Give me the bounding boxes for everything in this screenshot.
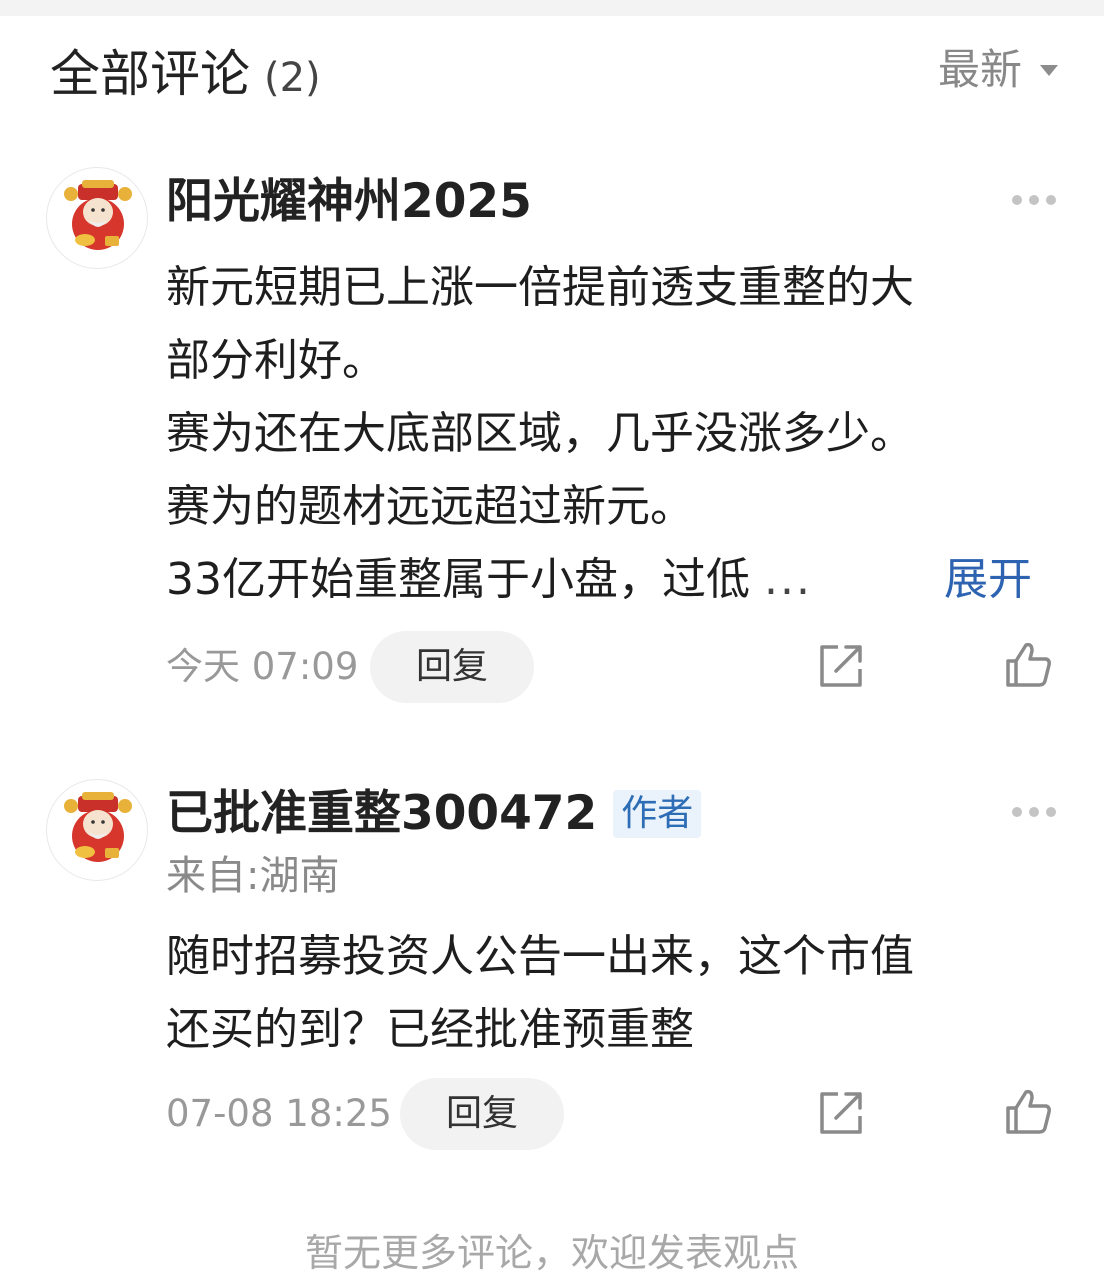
expand-link[interactable]: 展开	[944, 543, 1032, 616]
comment-line-truncated: 33亿开始重整属于小盘，过低...	[166, 543, 1046, 616]
sort-caret-icon	[1040, 64, 1058, 76]
comment-line: 部分利好。	[166, 335, 386, 386]
comment-line: 赛为的题材远远超过新元。	[166, 481, 694, 532]
avatar[interactable]	[46, 779, 148, 881]
author-badge: 作者	[613, 790, 702, 838]
sort-label: 最新	[937, 45, 1022, 94]
comment-author-text[interactable]: 阳光耀神州2025	[166, 172, 532, 232]
comment-line: 赛为还在大底部区域，几乎没涨多少。	[166, 408, 914, 459]
comment-line: 还买的到？已经批准预重整	[166, 1004, 694, 1055]
comment-body: 随时招募投资人公告一出来，这个市值 还买的到？已经批准预重整	[166, 920, 1046, 1066]
comment-author[interactable]: 已批准重整300472 作者	[166, 784, 702, 844]
avatar[interactable]	[46, 167, 148, 269]
comment-author[interactable]: 阳光耀神州2025	[166, 172, 532, 232]
avatar-caishen-icon	[64, 180, 132, 250]
comment-footer: 今天 07:09 回复	[166, 631, 1066, 703]
comment-footer: 07-08 18:25 回复	[166, 1078, 1066, 1150]
comment-body: 新元短期已上涨一倍提前透支重整的大 部分利好。 赛为还在大底部区域，几乎没涨多少…	[166, 251, 1046, 616]
comments-header: 全部评论 (2) 最新	[0, 16, 1104, 126]
comment-location: 来自:湖南	[166, 853, 340, 899]
no-more-comments: 暂无更多评论，欢迎发表观点	[304, 1231, 799, 1275]
comments-count: (2)	[264, 55, 321, 101]
comment-author-text[interactable]: 已批准重整300472	[166, 784, 597, 844]
top-band	[0, 0, 1104, 16]
comment-time: 07-08 18:25	[166, 1092, 392, 1135]
comments-title: 全部评论 (2)	[50, 44, 321, 108]
comments-title-text: 全部评论	[50, 45, 250, 103]
reply-button[interactable]: 回复	[370, 631, 534, 703]
comment-line-text: 33亿开始重整属于小盘，过低	[166, 554, 750, 605]
more-dots-icon[interactable]	[1012, 806, 1056, 818]
share-icon[interactable]	[816, 641, 866, 691]
sort-dropdown[interactable]: 最新	[938, 42, 1058, 98]
thumbs-up-icon[interactable]	[1002, 1086, 1054, 1138]
comment-line: 随时招募投资人公告一出来，这个市值	[166, 931, 914, 982]
thumbs-up-icon[interactable]	[1002, 639, 1054, 691]
avatar-caishen-icon	[64, 792, 132, 862]
ellipsis: ...	[764, 554, 812, 605]
comment-line: 新元短期已上涨一倍提前透支重整的大	[166, 262, 914, 313]
more-dots-icon[interactable]	[1012, 194, 1056, 206]
comment-time: 今天 07:09	[166, 645, 359, 688]
reply-button[interactable]: 回复	[400, 1078, 564, 1150]
share-icon[interactable]	[816, 1088, 866, 1138]
